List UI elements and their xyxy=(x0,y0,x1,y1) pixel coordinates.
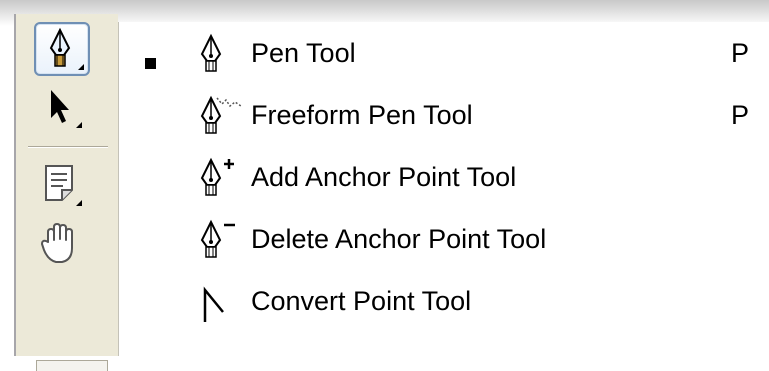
menu-item-freeform-pen-tool[interactable]: Freeform Pen Tool P xyxy=(119,84,769,144)
flyout-indicator-icon xyxy=(76,122,82,128)
pen-tool-button[interactable] xyxy=(34,22,90,76)
delete-anchor-point-icon xyxy=(200,219,235,258)
hand-tool-button[interactable] xyxy=(34,218,90,272)
pen-tool-flyout-menu: Pen Tool P Freeform Pen Tool P Add Ancho… xyxy=(118,22,769,356)
convert-point-icon xyxy=(203,286,224,322)
notes-tool-button[interactable] xyxy=(34,160,90,214)
menu-item-shortcut: P xyxy=(731,100,750,130)
toolbox-panel xyxy=(14,14,118,371)
flyout-indicator-icon xyxy=(76,200,82,206)
menu-item-label: Delete Anchor Point Tool xyxy=(251,224,547,254)
pen-icon xyxy=(200,33,222,72)
menu-item-pen-tool[interactable]: Pen Tool P xyxy=(119,22,769,82)
path-selection-tool-button[interactable] xyxy=(34,82,90,136)
menu-item-convert-point-tool[interactable]: Convert Point Tool xyxy=(119,270,769,330)
menu-item-shortcut: P xyxy=(731,38,750,68)
menu-item-delete-anchor-point-tool[interactable]: Delete Anchor Point Tool xyxy=(119,208,769,268)
selected-bullet-icon xyxy=(145,58,156,69)
menu-item-label: Pen Tool xyxy=(251,38,356,68)
menu-item-add-anchor-point-tool[interactable]: Add Anchor Point Tool xyxy=(119,146,769,206)
menu-item-label: Convert Point Tool xyxy=(251,286,472,316)
flyout-indicator-icon xyxy=(78,64,84,70)
hand-icon xyxy=(41,223,73,263)
add-anchor-point-icon xyxy=(200,157,234,196)
menu-item-label: Add Anchor Point Tool xyxy=(251,162,517,192)
toolbox-divider xyxy=(28,146,108,148)
freeform-pen-icon xyxy=(200,95,242,134)
menu-item-label: Freeform Pen Tool xyxy=(251,100,473,130)
toolbox-color-swatch[interactable] xyxy=(36,360,108,371)
